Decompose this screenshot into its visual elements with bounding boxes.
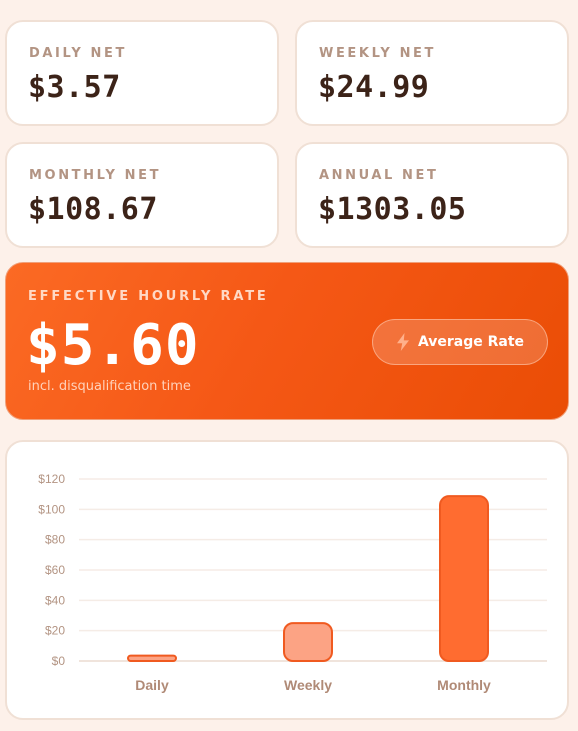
y-tick-label: $40: [45, 593, 65, 607]
x-tick-label: Weekly: [284, 677, 332, 693]
monthly-net-card: MONTHLY NET $108.67: [5, 142, 279, 248]
monthly-net-value: $108.67: [28, 192, 158, 227]
annual-net-value: $1303.05: [318, 192, 467, 227]
annual-net-card: ANNUAL NET $1303.05: [295, 142, 569, 248]
weekly-net-card: WEEKLY NET $24.99: [295, 20, 569, 126]
x-tick-label: Monthly: [437, 677, 491, 693]
weekly-net-label: WEEKLY NET: [319, 46, 436, 61]
net-earnings-bar-chart: $0 $20 $40 $60 $80 $100 $120 Daily Weekly Monthly: [38, 472, 547, 693]
y-tick-label: $100: [38, 502, 65, 516]
y-tick-label: $60: [45, 563, 65, 577]
daily-net-card: DAILY NET $3.57: [5, 20, 279, 126]
bar-daily[interactable]: [127, 654, 177, 662]
daily-net-value: $3.57: [28, 70, 121, 105]
y-tick-label: $0: [52, 654, 66, 668]
bar-monthly[interactable]: [439, 495, 489, 662]
daily-net-label: DAILY NET: [29, 46, 127, 61]
monthly-net-label: MONTHLY NET: [29, 168, 162, 183]
average-rate-button-label: Average Rate: [417, 334, 525, 350]
weekly-net-value: $24.99: [318, 70, 430, 105]
rate-label: EFFECTIVE HOURLY RATE: [28, 289, 269, 304]
x-tick-label: Daily: [135, 677, 169, 693]
effective-hourly-rate-card: EFFECTIVE HOURLY RATE $5.60 incl. disqua…: [5, 262, 569, 420]
average-rate-button[interactable]: Average Rate: [372, 319, 548, 365]
y-tick-label: $120: [38, 472, 65, 486]
rate-subtitle: incl. disqualification time: [28, 379, 191, 394]
net-earnings-chart-card: $0 $20 $40 $60 $80 $100 $120 Daily Weekly Monthly: [5, 440, 569, 720]
annual-net-label: ANNUAL NET: [319, 168, 439, 183]
bar-weekly[interactable]: [283, 622, 333, 662]
y-tick-label: $20: [45, 624, 65, 638]
lightning-bolt-icon: [396, 333, 410, 351]
rate-value: $5.60: [26, 313, 200, 378]
y-tick-label: $80: [45, 533, 65, 547]
